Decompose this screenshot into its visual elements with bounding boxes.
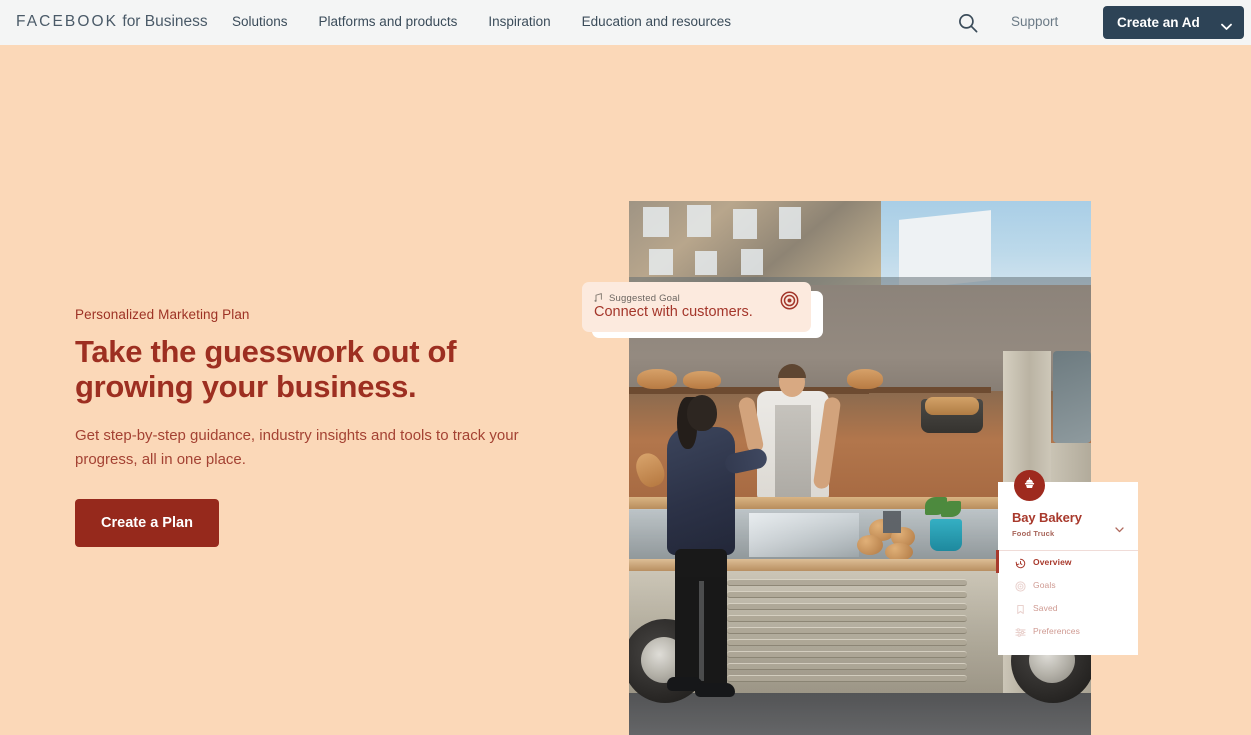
create-an-ad-label: Create an Ad [1117, 15, 1200, 30]
menu-item-goals[interactable]: Goals [998, 573, 1138, 596]
facebook-for-business-logo[interactable]: FACEBOOK for Business [16, 13, 208, 31]
photo-customer-body [667, 427, 735, 555]
support-link[interactable]: Support [1011, 14, 1058, 29]
photo-ground [629, 693, 1091, 735]
photo-window [695, 251, 717, 275]
create-a-plan-button[interactable]: Create a Plan [75, 498, 219, 547]
photo-truck-rib [727, 615, 967, 622]
menu-item-preferences[interactable]: Preferences [998, 619, 1138, 642]
active-indicator-bar [996, 550, 999, 573]
photo-window [733, 209, 757, 239]
photo-window [649, 249, 673, 275]
photo-truck-rib [727, 603, 967, 610]
logo-brand: FACEBOOK [16, 13, 119, 30]
clock-history-icon [1015, 556, 1026, 569]
menu-item-label: Goals [1033, 579, 1056, 590]
hero-subcopy: Get step-by-step guidance, industry insi… [75, 424, 535, 471]
create-an-ad-button[interactable]: Create an Ad [1103, 6, 1244, 39]
business-panel: Bay Bakery Food Truck Overview Goals Sav… [996, 482, 1138, 655]
hero-section: Personalized Marketing Plan Take the gue… [0, 45, 1251, 735]
bookmark-icon [1015, 602, 1026, 615]
headline-line-2: growing your business. [75, 368, 417, 404]
cupcake-icon [1021, 475, 1038, 497]
suggested-goal-text: Connect with customers. [594, 304, 753, 320]
photo-truck-rib [727, 663, 967, 670]
photo-truck-rib [727, 591, 967, 598]
nav-item-education-and-resources[interactable]: Education and resources [582, 14, 731, 29]
hero-eyebrow: Personalized Marketing Plan [75, 307, 250, 322]
photo-plant-pot [930, 519, 962, 551]
photo-pastry [857, 535, 883, 555]
menu-item-label: Saved [1033, 602, 1058, 613]
photo-window [741, 249, 763, 275]
photo-basket-contents [925, 397, 979, 415]
photo-truck-rib [727, 579, 967, 586]
chevron-down-icon [1221, 18, 1232, 36]
site-header: FACEBOOK for Business Solutions Platform… [0, 0, 1251, 45]
photo-baker-apron [775, 405, 811, 499]
search-icon[interactable] [957, 12, 979, 34]
photo-truck-rib [727, 651, 967, 658]
menu-item-label: Preferences [1033, 625, 1080, 636]
photo-bread [683, 371, 721, 389]
target-icon [780, 291, 799, 315]
nav-item-platforms-and-products[interactable]: Platforms and products [319, 14, 458, 29]
nav-item-inspiration[interactable]: Inspiration [488, 14, 550, 29]
photo-case-reflection [749, 513, 859, 557]
photo-plant-leaf [941, 501, 961, 517]
suggested-goal-label: Suggested Goal [609, 292, 680, 304]
business-panel-menu: Overview Goals Saved Preferences [996, 550, 1138, 642]
logo-suffix: for Business [118, 13, 208, 30]
avatar [1014, 470, 1045, 501]
photo-window [687, 205, 711, 237]
photo-customer-head [687, 395, 717, 431]
nav-item-solutions[interactable]: Solutions [232, 14, 288, 29]
photo-window [643, 207, 669, 237]
photo-cab-window [1053, 351, 1091, 443]
target-icon [1015, 579, 1026, 592]
photo-bread [637, 369, 677, 389]
business-panel-header: Bay Bakery Food Truck [1012, 510, 1082, 538]
menu-item-overview[interactable]: Overview [996, 550, 1138, 573]
menu-item-label: Overview [1033, 556, 1072, 567]
photo-truck-rib [727, 627, 967, 634]
sliders-icon [1015, 625, 1026, 637]
headline-line-1: Take the guesswork out of [75, 334, 457, 369]
photo-truck-rib [727, 675, 967, 682]
photo-window [779, 207, 801, 239]
photo-bread [847, 369, 883, 389]
menu-item-saved[interactable]: Saved [998, 596, 1138, 619]
subcopy-line-1: Get step-by-step guidance, industry insi… [75, 427, 449, 445]
hero-copy: Personalized Marketing Plan Take the gue… [75, 307, 545, 547]
suggested-goal-card[interactable]: Suggested Goal Connect with customers. [582, 282, 811, 332]
page-title: Take the guesswork out of growing your b… [75, 334, 545, 404]
photo-truck-rib [727, 639, 967, 646]
photo-customer-shoe [695, 683, 735, 697]
chevron-down-icon[interactable] [1115, 520, 1124, 538]
photo-price-tag [883, 511, 901, 533]
business-type: Food Truck [1012, 529, 1055, 538]
main-navigation: Solutions Platforms and products Inspira… [232, 14, 762, 29]
photo-customer-leg-gap [699, 581, 704, 681]
business-name: Bay Bakery [1012, 510, 1082, 525]
